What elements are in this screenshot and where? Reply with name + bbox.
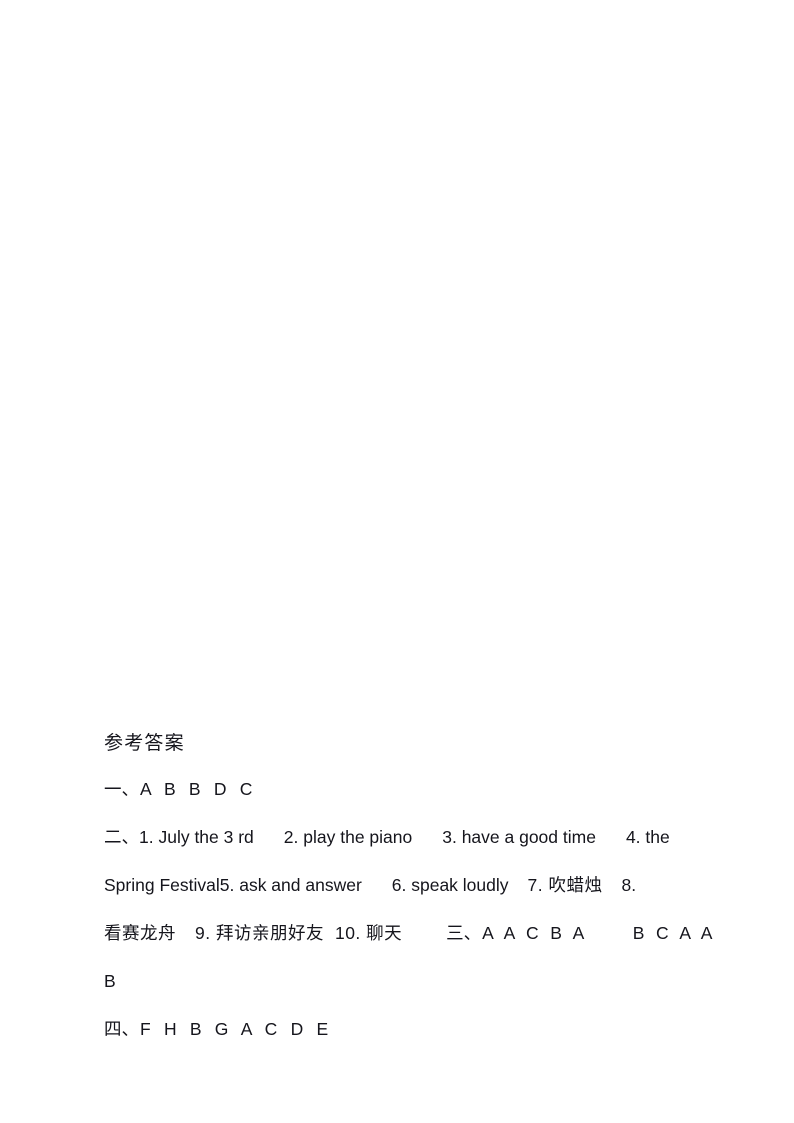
section-2-item-4-cont: Spring Festival [104, 875, 220, 895]
document-page: 参考答案 一、A B B D C 二、1. July the 3 rd 2. pl… [0, 0, 794, 1123]
section-3-answers-group-3: B [104, 971, 116, 991]
blank-upper-region [0, 0, 794, 722]
section-2-item-4-part: 4. the [625, 827, 670, 847]
section-2-item-10: 10. 聊天 [334, 923, 403, 943]
section-2-item-8-cont: 看赛龙舟 [104, 923, 176, 943]
section-2-item-6: 6. speak loudly [391, 875, 509, 895]
answer-line-section-3-wrap: B [104, 969, 704, 994]
answer-line-section-1: 一、A B B D C [104, 777, 704, 802]
section-2-item-2: 2. play the piano [283, 827, 413, 847]
section-1-answers: A B B D C [140, 779, 257, 799]
section-2-item-8-part: 8. [621, 875, 637, 895]
section-2-item-7: 7. 吹蜡烛 [527, 875, 603, 895]
section-2-item-9: 9. 拜访亲朋好友 [195, 923, 324, 943]
answer-line-section-2-c: 看赛龙舟 9. 拜访亲朋好友 10. 聊天 三、A A C B AB C A A [104, 921, 712, 946]
page-title: 参考答案 [104, 733, 185, 754]
section-marker-1: 一、 [104, 779, 139, 799]
section-4-answers: F H B G A C D E [140, 1019, 333, 1039]
section-marker-3: 三、 [446, 923, 482, 943]
section-3-answers-group-1: A A C B A [482, 923, 588, 943]
section-marker-4: 四、 [104, 1019, 139, 1039]
section-2-item-5: 5. ask and answer [219, 875, 362, 895]
section-3-answers-group-2: B C A A [632, 923, 716, 943]
section-2-item-3: 3. have a good time [442, 827, 596, 847]
answer-line-section-2-b: Spring Festival5. ask and answer 6. speak… [104, 873, 704, 898]
answer-line-section-2-a: 二、1. July the 3 rd 2. play the piano 3. ha… [104, 825, 704, 850]
section-marker-2: 二、 [104, 827, 139, 847]
answer-key-body: 参考答案 一、A B B D C 二、1. July the 3 rd 2. pl… [104, 730, 712, 1065]
answer-line-section-4: 四、F H B G A C D E [104, 1017, 704, 1042]
section-2-item-1: 1. July the 3 rd [139, 827, 254, 847]
